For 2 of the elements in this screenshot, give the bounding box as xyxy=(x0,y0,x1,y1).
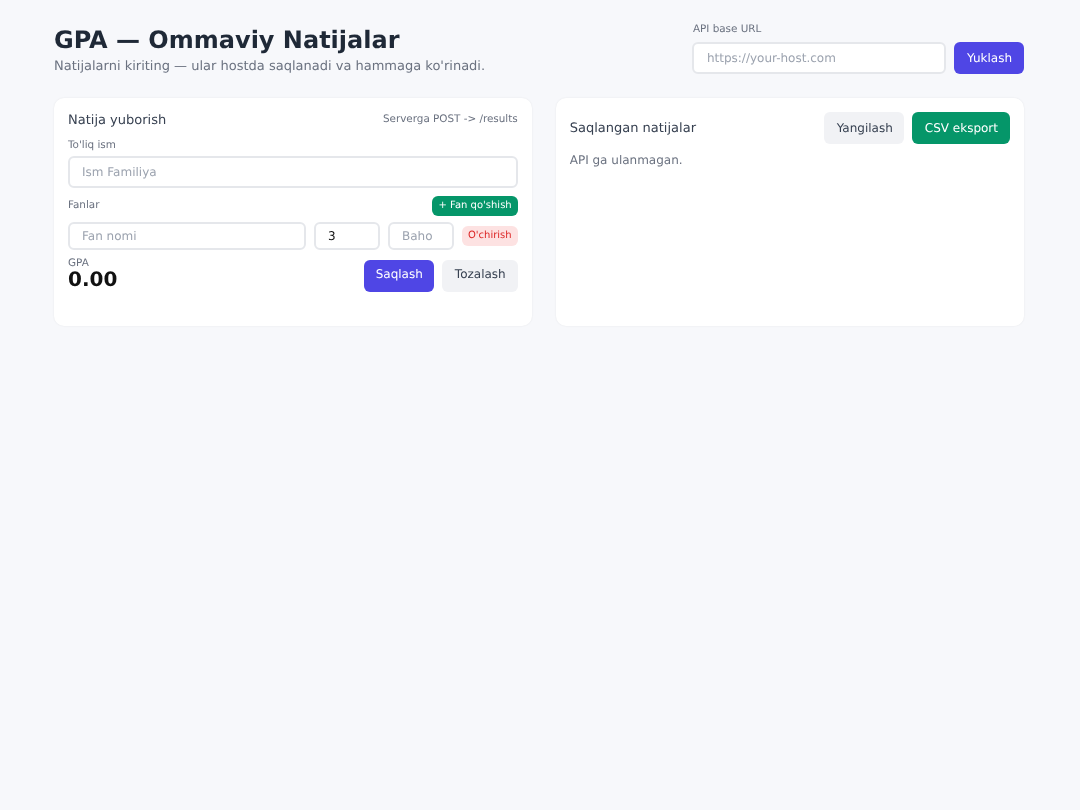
page-title: GPA — Ommaviy Natijalar xyxy=(54,26,402,54)
gpa-value: 0.00 xyxy=(68,270,118,292)
